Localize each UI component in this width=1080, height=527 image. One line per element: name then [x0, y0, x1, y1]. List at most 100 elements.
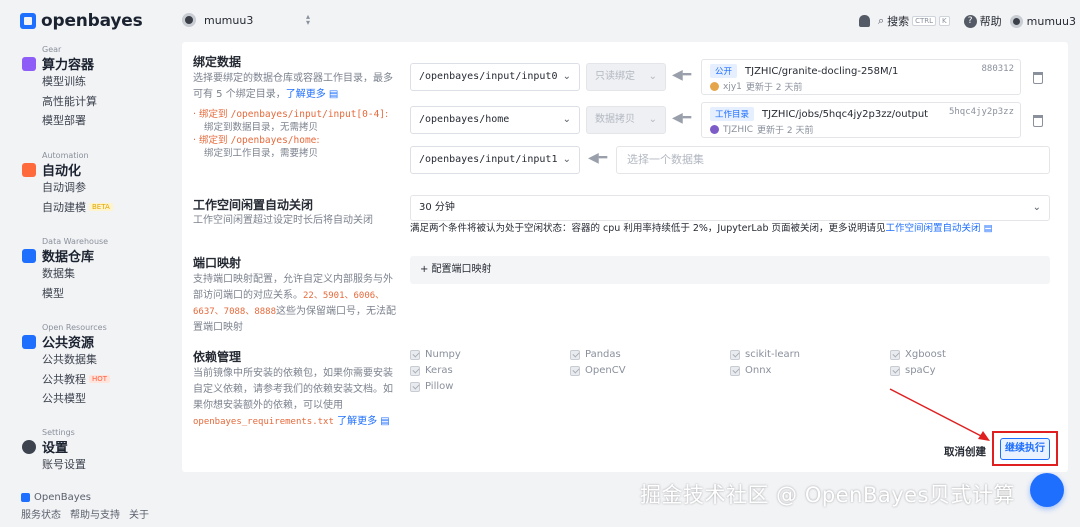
sidebar-item-datasets[interactable]: 数据集: [42, 264, 108, 284]
bell-icon[interactable]: [858, 15, 870, 27]
cancel-create-button[interactable]: 取消创建: [944, 444, 986, 459]
learn-more-link[interactable]: 了解更多: [286, 89, 326, 100]
sidebar-item-automl[interactable]: 自动建模 BETA: [42, 198, 113, 218]
group-title: 公共资源: [42, 336, 95, 351]
doc-icon: ▤: [325, 89, 339, 100]
help-label: 帮助: [979, 15, 1002, 28]
topbar-actions: ⌕ 搜索 CTRL K ? 帮助 mumuu3: [858, 13, 1076, 29]
ports-title: 端口映射: [193, 256, 242, 270]
dataset-meta: TJZHIC 更新于 2 天前: [710, 123, 813, 136]
footer-link-help[interactable]: 帮助与支持: [70, 506, 120, 521]
dependency-item: scikit-learn: [730, 349, 800, 360]
mount-mode-select-0[interactable]: 只读绑定 ⌄: [586, 63, 666, 91]
dataset-card-0[interactable]: 公开 TJZHIC/granite-docling-258M/1 xjy1 更新…: [701, 59, 1021, 95]
beta-badge: BETA: [89, 202, 113, 211]
deps-desc: 当前镜像中所安装的依赖包，如果你需要安装自定义依赖，请参考我们的依赖安装文档。如…: [193, 366, 398, 430]
dependency-label: Keras: [425, 365, 453, 376]
chevron-down-icon: ⌄: [648, 114, 657, 125]
note-path: /openbayes/input/input[0-4]: [230, 109, 386, 120]
sidebar-item-public-models[interactable]: 公共模型: [42, 389, 110, 409]
dataset-updated: 更新于 2 天前: [757, 126, 814, 136]
avatar: [710, 82, 719, 91]
dataset-card-1[interactable]: 工作目录 TJZHIC/jobs/5hqc4jy2p3zz/output TJZ…: [701, 102, 1021, 138]
footer-link-about[interactable]: 关于: [129, 506, 149, 521]
mount-mode-select-1[interactable]: 数据拷贝 ⌄: [586, 106, 666, 134]
search-button[interactable]: ⌕ 搜索 CTRL K: [878, 13, 950, 29]
sidebar-item-public[interactable]: 公共资源: [22, 333, 110, 351]
doc-icon: ▤: [377, 416, 390, 427]
bind-notes: · 绑定到 /openbayes/input/input[0-4]: 绑定到数据…: [193, 108, 408, 160]
checkbox-checked-disabled: [410, 365, 420, 376]
sidebar-item-autotune[interactable]: 自动调参: [42, 178, 113, 198]
cube-icon: [22, 56, 36, 71]
checkbox-checked-disabled: [570, 349, 580, 360]
dataset-version: 880312: [981, 64, 1014, 74]
search-icon: ⌕: [877, 14, 885, 27]
sidebar-item-compute[interactable]: 算力容器: [22, 55, 97, 73]
deps-desc-text: 当前镜像中所安装的依赖包，如果你需要安装自定义依赖，请参考我们的依赖安装文档。如…: [193, 368, 393, 411]
dataset-updated: 更新于 2 天前: [745, 83, 803, 93]
ports-desc: 支持端口映射配置，允许自定义内部服务与外部访问端口的对应关系。22、5901、6…: [193, 272, 398, 336]
sidebar-item-label: 公共教程: [42, 372, 86, 386]
idle-note-text: 满足两个条件将被认为处于空闲状态：容器的 cpu 利用率持续低于 2%，Jupy…: [410, 223, 886, 234]
kbd-ctrl: CTRL: [912, 16, 937, 26]
sidebar-item-hpc[interactable]: 高性能计算: [42, 92, 97, 112]
sidebar: openbayes Gear 算力容器 模型训练 高性能计算 模型部署 Auto…: [0, 0, 182, 527]
dataset-owner: xjy1: [723, 81, 742, 92]
watermark: 掘金技术社区 @ OpenBayes贝式计算: [640, 483, 1016, 507]
idle-doc-link[interactable]: 工作空间闲置自动关闭: [886, 223, 981, 234]
arrow-left-icon: ◀━: [588, 150, 608, 166]
dependency-item: Pandas: [570, 349, 621, 360]
sidebar-group-gear: Gear 算力容器 模型训练 高性能计算 模型部署: [22, 44, 97, 131]
learn-more-link[interactable]: 了解更多: [337, 416, 377, 427]
gear-icon: [22, 439, 36, 454]
checkbox-checked-disabled: [730, 365, 740, 376]
dependency-label: Xgboost: [905, 349, 946, 360]
dataset-owner: TJZHIC: [723, 124, 754, 135]
bind-note-input: · 绑定到 /openbayes/input/input[0-4]:: [193, 109, 389, 120]
workspace-user-select[interactable]: mumuu3: [182, 13, 253, 27]
dataset-meta: xjy1 更新于 2 天前: [710, 80, 802, 93]
requirements-file: openbayes_requirements.txt: [193, 417, 334, 427]
continue-button[interactable]: 继续执行: [1000, 438, 1050, 460]
add-port-mapping-button[interactable]: + 配置端口映射: [410, 256, 1050, 284]
sidebar-item-models[interactable]: 模型: [42, 284, 108, 304]
dependency-item: OpenCV: [570, 365, 626, 376]
footer-link-status[interactable]: 服务状态: [21, 506, 61, 521]
account-menu[interactable]: mumuu3: [1009, 14, 1076, 28]
floating-action-button[interactable]: [1030, 473, 1064, 507]
sidebar-item-public-datasets[interactable]: 公共数据集: [42, 350, 110, 370]
sidebar-item-public-tutorials[interactable]: 公共教程 HOT: [42, 370, 111, 390]
dataset-picker[interactable]: 选择一个数据集: [616, 146, 1050, 174]
footer-brand: OpenBayes: [21, 490, 149, 504]
sidebar-footer: OpenBayes 服务状态 帮助与支持 关于: [21, 490, 149, 521]
sidebar-item-warehouse[interactable]: 数据仓库: [22, 247, 108, 265]
checkbox-checked-disabled: [570, 365, 580, 376]
trash-icon[interactable]: [1033, 115, 1043, 127]
sidebar-item-training[interactable]: 模型训练: [42, 72, 97, 92]
avatar: [1009, 14, 1023, 28]
sidebar-item-deploy[interactable]: 模型部署: [42, 111, 97, 131]
idle-note: 满足两个条件将被认为处于空闲状态：容器的 cpu 利用率持续低于 2%，Jupy…: [410, 220, 993, 234]
dataset-name: TJZHIC/granite-docling-258M/1: [745, 65, 899, 77]
help-button[interactable]: ? 帮助: [963, 13, 1002, 29]
note-suffix: 绑定到数据目录，无需拷贝: [204, 122, 319, 133]
mount-path-select-0[interactable]: /openbayes/input/input0 ⌄: [410, 63, 580, 91]
account-name: mumuu3: [1026, 14, 1076, 28]
logo[interactable]: openbayes: [20, 11, 143, 31]
checkbox-checked-disabled: [410, 349, 420, 360]
mount-path-select-2[interactable]: /openbayes/input/input1 ⌄: [410, 146, 580, 174]
mount-path-select-1[interactable]: /openbayes/home ⌄: [410, 106, 580, 134]
trash-icon[interactable]: [1033, 72, 1043, 84]
dependency-label: Numpy: [425, 349, 461, 360]
dataset-version: 5hqc4jy2p3zz: [948, 107, 1014, 117]
sidebar-item-account-settings[interactable]: 账号设置: [42, 455, 86, 475]
sidebar-item-settings[interactable]: 设置: [22, 438, 86, 456]
dependency-label: scikit-learn: [745, 349, 800, 360]
mount-path-value: /openbayes/input/input1: [419, 154, 558, 165]
checkbox-checked-disabled: [730, 349, 740, 360]
group-title: 算力容器: [42, 58, 95, 73]
sidebar-item-automation[interactable]: 自动化: [22, 161, 113, 179]
idle-timeout-select[interactable]: 30 分钟 ⌄: [410, 195, 1050, 221]
checkbox-checked-disabled: [410, 381, 420, 392]
